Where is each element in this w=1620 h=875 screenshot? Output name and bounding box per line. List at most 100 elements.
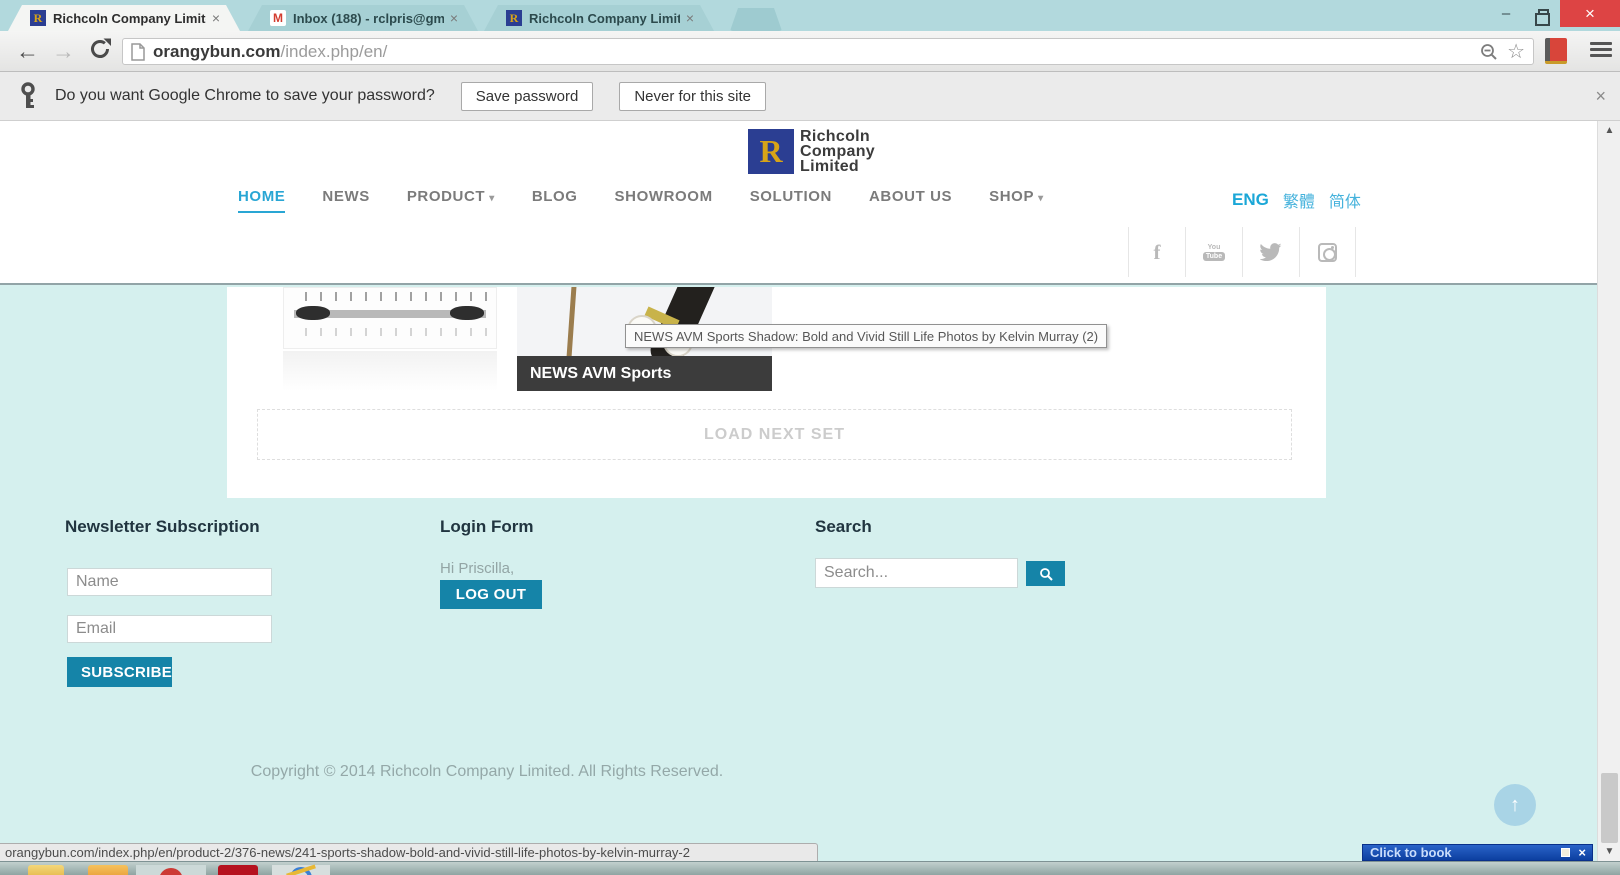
url-text[interactable]: orangybun.com/index.php/en/ bbox=[153, 42, 387, 62]
reload-icon bbox=[91, 38, 111, 58]
tab-richcoln-2[interactable]: R Richcoln Company Limite × bbox=[484, 5, 714, 31]
newsletter-title: Newsletter Subscription bbox=[65, 517, 260, 536]
window-controls: – × bbox=[1488, 0, 1620, 27]
zoom-out-icon[interactable] bbox=[1479, 42, 1499, 62]
restore-button[interactable] bbox=[1524, 0, 1560, 27]
page-viewport: R Richcoln Company Limited HOME NEWS PRO… bbox=[0, 121, 1597, 861]
scrollbar-thumb[interactable] bbox=[1601, 773, 1618, 843]
taskbar-crown-icon[interactable] bbox=[218, 865, 258, 875]
arrow-up-icon: ↑ bbox=[1510, 793, 1520, 816]
restore-icon bbox=[1535, 9, 1550, 26]
amplifier-reflection bbox=[283, 351, 497, 391]
load-next-set-button[interactable]: LOAD NEXT SET bbox=[257, 409, 1292, 460]
search-input[interactable] bbox=[815, 558, 1018, 588]
tab-close-icon[interactable]: × bbox=[212, 11, 220, 25]
nav-home[interactable]: HOME bbox=[238, 188, 286, 213]
richcoln-favicon: R bbox=[506, 10, 522, 26]
site-logo[interactable]: R Richcoln Company Limited bbox=[748, 128, 875, 175]
subscribe-button[interactable]: SUBSCRIBE bbox=[67, 657, 172, 687]
newsletter-name-input[interactable] bbox=[67, 568, 272, 596]
search-submit-button[interactable] bbox=[1026, 561, 1065, 586]
facebook-icon: f bbox=[1153, 239, 1161, 264]
main-nav: HOME NEWS PRODUCT ▾ BLOG SHOWROOM SOLUTIO… bbox=[238, 188, 1044, 213]
password-infobar: Do you want Google Chrome to save your p… bbox=[0, 72, 1620, 121]
twitter-icon bbox=[1260, 243, 1282, 261]
click-to-book-label[interactable]: Click to book bbox=[1370, 845, 1561, 860]
product-image-amplifier[interactable] bbox=[283, 287, 497, 349]
tab-close-icon[interactable]: × bbox=[450, 11, 458, 25]
taskbar-folder-icon[interactable] bbox=[28, 865, 64, 875]
forward-button[interactable]: → bbox=[52, 39, 75, 64]
nav-about-us[interactable]: ABOUT US bbox=[869, 188, 952, 211]
nav-showroom[interactable]: SHOWROOM bbox=[615, 188, 713, 211]
nav-shop[interactable]: SHOP ▾ bbox=[989, 188, 1044, 211]
login-form-title: Login Form bbox=[440, 517, 534, 536]
back-button[interactable]: ← bbox=[16, 39, 39, 64]
url-domain: orangybun.com bbox=[153, 41, 281, 61]
tab-gmail[interactable]: M Inbox (188) - rclpris@gma × bbox=[248, 5, 478, 31]
url-path: /index.php/en/ bbox=[280, 41, 388, 61]
scrollbar-down-icon[interactable]: ▼ bbox=[1598, 846, 1620, 857]
search-title: Search bbox=[815, 517, 872, 536]
tab-title: Richcoln Company Limite bbox=[529, 10, 680, 26]
scrollbar-up-icon[interactable]: ▲ bbox=[1598, 125, 1620, 136]
site-header: R Richcoln Company Limited HOME NEWS PRO… bbox=[0, 121, 1597, 285]
instagram-link[interactable] bbox=[1299, 227, 1356, 277]
taskbar-red-app-icon bbox=[159, 868, 183, 875]
lang-simplified-chinese[interactable]: 简体 bbox=[1329, 188, 1361, 212]
twitter-link[interactable] bbox=[1242, 227, 1299, 277]
tab-title: Inbox (188) - rclpris@gma bbox=[293, 10, 444, 26]
taskbar bbox=[0, 861, 1620, 875]
tab-richcoln-1[interactable]: R Richcoln Company Limite × bbox=[8, 5, 240, 31]
social-links: f You Tube bbox=[1128, 227, 1356, 277]
bookmark-star-icon[interactable]: ☆ bbox=[1507, 39, 1525, 64]
logo-letter: R bbox=[759, 133, 783, 169]
page-scrollbar[interactable]: ▲ ▼ bbox=[1597, 121, 1620, 861]
tab-bar: R Richcoln Company Limite × M Inbox (188… bbox=[0, 0, 1620, 31]
instagram-icon bbox=[1318, 242, 1337, 262]
chevron-down-icon: ▾ bbox=[489, 193, 495, 204]
key-icon bbox=[21, 82, 35, 108]
new-tab-button[interactable] bbox=[730, 8, 782, 31]
lang-eng[interactable]: ENG bbox=[1232, 190, 1269, 210]
link-tooltip: NEWS AVM Sports Shadow: Bold and Vivid S… bbox=[625, 324, 1108, 348]
popup-close-icon[interactable]: × bbox=[1578, 845, 1586, 860]
facebook-link[interactable]: f bbox=[1128, 227, 1185, 277]
never-for-site-button[interactable]: Never for this site bbox=[619, 81, 767, 111]
scroll-to-top-button[interactable]: ↑ bbox=[1494, 784, 1536, 826]
extension-icon[interactable] bbox=[1545, 38, 1567, 64]
nav-product[interactable]: PRODUCT ▾ bbox=[407, 188, 495, 211]
content-container: NEWS AVM Sports LOAD NEXT SET bbox=[227, 287, 1326, 498]
logout-button[interactable]: LOG OUT bbox=[440, 580, 542, 609]
address-bar[interactable]: orangybun.com/index.php/en/ ☆ bbox=[122, 38, 1534, 65]
close-button[interactable]: × bbox=[1560, 0, 1620, 27]
taskbar-active-app[interactable] bbox=[136, 865, 206, 875]
status-url-bubble: orangybun.com/index.php/en/product-2/376… bbox=[0, 843, 818, 861]
reload-button[interactable] bbox=[88, 37, 112, 66]
copyright-text: Copyright © 2014 Richcoln Company Limite… bbox=[250, 763, 724, 780]
save-password-button[interactable]: Save password bbox=[460, 81, 594, 111]
tab-title: Richcoln Company Limite bbox=[53, 10, 206, 26]
infobar-close-icon[interactable]: × bbox=[1595, 86, 1606, 107]
youtube-icon: You Tube bbox=[1202, 244, 1226, 261]
news-tile-caption: NEWS AVM Sports bbox=[517, 356, 772, 391]
chevron-down-icon: ▾ bbox=[1038, 193, 1044, 204]
logo-text: Richcoln Company Limited bbox=[800, 128, 875, 175]
nav-news[interactable]: NEWS bbox=[322, 188, 369, 211]
youtube-link[interactable]: You Tube bbox=[1185, 227, 1242, 277]
popup-minimize-icon[interactable] bbox=[1561, 848, 1571, 857]
tab-close-icon[interactable]: × bbox=[686, 11, 694, 25]
chrome-menu-icon[interactable] bbox=[1590, 42, 1612, 60]
newsletter-email-input[interactable] bbox=[67, 615, 272, 643]
page-icon bbox=[131, 42, 145, 61]
minimize-button[interactable]: – bbox=[1488, 0, 1524, 27]
nav-blog[interactable]: BLOG bbox=[532, 188, 578, 211]
richcoln-favicon: R bbox=[30, 10, 46, 26]
click-to-book-bar[interactable]: Click to book × bbox=[1362, 844, 1593, 861]
search-icon bbox=[1039, 567, 1053, 581]
taskbar-ie-icon[interactable] bbox=[272, 864, 330, 875]
login-greeting: Hi Priscilla, bbox=[440, 560, 515, 577]
taskbar-app-icon[interactable] bbox=[88, 865, 128, 875]
lang-traditional-chinese[interactable]: 繁體 bbox=[1283, 188, 1315, 212]
nav-solution[interactable]: SOLUTION bbox=[750, 188, 832, 211]
